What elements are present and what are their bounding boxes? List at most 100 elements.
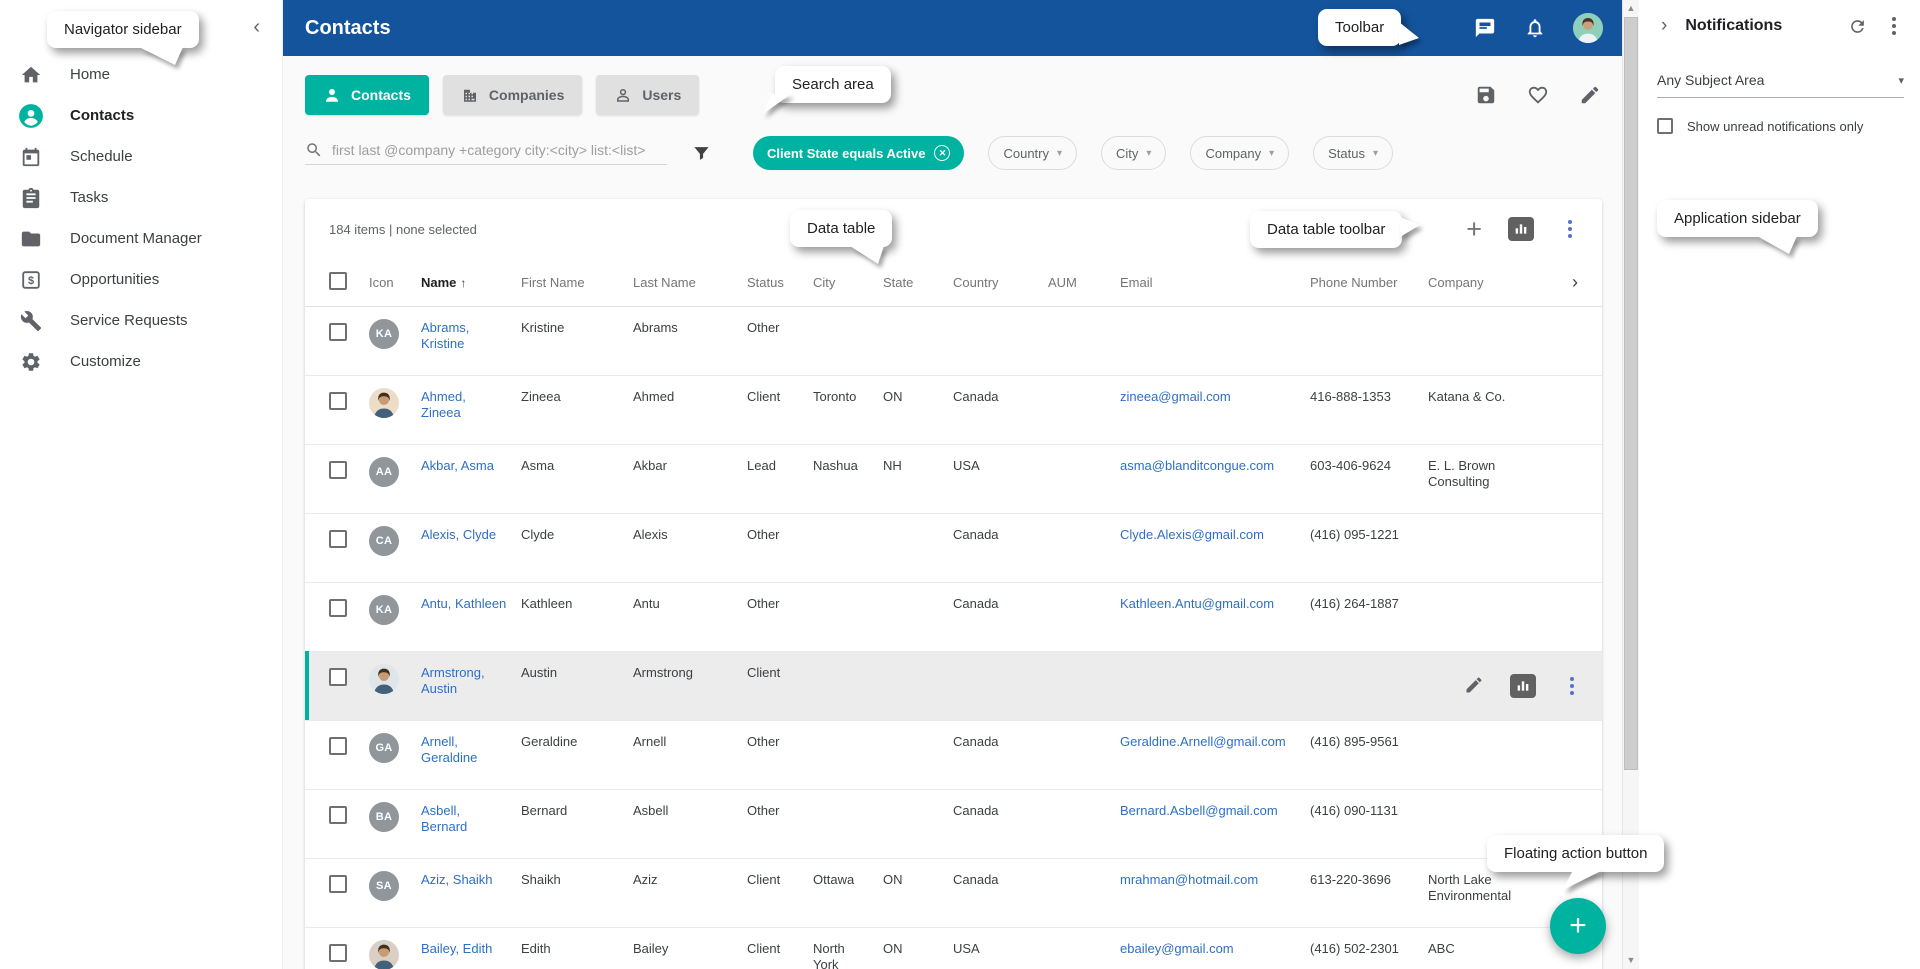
contact-email-link[interactable]: Bernard.Asbell@gmail.com [1120,803,1278,818]
row-checkbox[interactable] [329,806,347,824]
table-row[interactable]: GA Arnell, Geraldine Geraldine Arnell Ot… [305,721,1602,790]
scroll-up-icon[interactable]: ▲ [1623,0,1639,17]
subject-area-select[interactable]: Any Subject Area ▾ [1657,72,1904,98]
filter-funnel-icon[interactable] [689,141,713,165]
city-filter-chip[interactable]: City▾ [1101,136,1166,170]
table-row[interactable]: BA Asbell, Bernard Bernard Asbell Other … [305,790,1602,859]
company-filter-chip[interactable]: Company▾ [1190,136,1289,170]
table-row[interactable]: Ahmed, Zineea Zineea Ahmed Client Toront… [305,376,1602,445]
row-checkbox[interactable] [329,668,347,686]
chat-icon[interactable] [1473,16,1497,40]
row-checkbox[interactable] [329,392,347,410]
tab-companies[interactable]: Companies [443,75,582,115]
contact-name-link[interactable]: Armstrong, Austin [421,665,485,696]
row-column-setup-icon[interactable] [1510,674,1536,698]
column-header-aum[interactable]: AUM [1048,275,1120,290]
contact-name-link[interactable]: Antu, Kathleen [421,596,506,611]
column-header-name[interactable]: Name↑ [421,275,521,290]
row-checkbox[interactable] [329,737,347,755]
cell-country [953,652,1048,720]
contact-email-link[interactable]: Clyde.Alexis@gmail.com [1120,527,1264,542]
contact-name-link[interactable]: Abrams, Kristine [421,320,469,351]
table-row[interactable]: Bailey, Edith Edith Bailey Client North … [305,928,1602,969]
search-input[interactable] [332,142,667,158]
column-header-first-name[interactable]: First Name [521,275,633,290]
table-row[interactable]: AA Akbar, Asma Asma Akbar Lead Nashua NH… [305,445,1602,514]
row-checkbox[interactable] [329,323,347,341]
contact-name-link[interactable]: Akbar, Asma [421,458,494,473]
contact-name-link[interactable]: Alexis, Clyde [421,527,496,542]
notifications-more-menu-icon[interactable] [1884,14,1904,38]
contact-name-link[interactable]: Ahmed, Zineea [421,389,466,420]
table-more-menu-icon[interactable] [1560,217,1580,241]
nav-item-service-requests[interactable]: Service Requests [0,300,282,341]
row-checkbox[interactable] [329,944,347,962]
table-row[interactable]: KA Abrams, Kristine Kristine Abrams Othe… [305,307,1602,376]
row-edit-pencil-icon[interactable] [1464,675,1484,698]
row-more-menu-icon[interactable] [1562,674,1582,698]
edit-pencil-icon[interactable] [1578,83,1602,107]
contact-name-link[interactable]: Bailey, Edith [421,941,492,956]
column-header-status[interactable]: Status [747,275,813,290]
column-header-city[interactable]: City [813,275,883,290]
panel-collapse-chevron-icon[interactable]: › [1661,15,1667,37]
contact-email-link[interactable]: mrahman@hotmail.com [1120,872,1258,887]
row-checkbox[interactable] [329,875,347,893]
column-header-icon[interactable]: Icon [369,275,421,290]
row-checkbox[interactable] [329,461,347,479]
column-header-state[interactable]: State [883,275,953,290]
row-checkbox[interactable] [329,599,347,617]
scrollbar-thumb[interactable] [1624,17,1638,770]
table-row[interactable]: CA Alexis, Clyde Clyde Alexis Other Cana… [305,514,1602,583]
column-setup-icon[interactable] [1508,217,1534,241]
column-header-country[interactable]: Country [953,275,1048,290]
dollar-square-icon: $ [18,267,44,293]
nav-item-document-manager[interactable]: Document Manager [0,218,282,259]
column-header-last-name[interactable]: Last Name [633,275,747,290]
nav-item-contacts[interactable]: Contacts [0,95,282,136]
select-all-checkbox[interactable] [329,272,369,293]
search-field[interactable] [305,141,667,165]
sidebar-collapse-icon[interactable]: ‹ [253,16,260,39]
contact-email-link[interactable]: Kathleen.Antu@gmail.com [1120,596,1274,611]
floating-action-add-button[interactable]: + [1550,898,1606,954]
country-filter-chip[interactable]: Country▾ [988,136,1077,170]
contacts-icon [18,103,44,129]
contact-email-link[interactable]: ebailey@gmail.com [1120,941,1234,956]
unread-only-checkbox[interactable] [1657,118,1673,134]
contact-email-link[interactable]: zineea@gmail.com [1120,389,1231,404]
tab-contacts[interactable]: Contacts [305,75,429,115]
nav-item-tasks[interactable]: Tasks [0,177,282,218]
add-contact-icon[interactable]: + [1466,216,1482,243]
contact-email-link[interactable]: Geraldine.Arnell@gmail.com [1120,734,1286,749]
contact-name-link[interactable]: Aziz, Shaikh [421,872,493,887]
table-row[interactable]: KA Antu, Kathleen Kathleen Antu Other Ca… [305,583,1602,652]
cell-last-name: Akbar [633,445,747,513]
more-columns-chevron-icon[interactable]: › [1572,272,1582,293]
contact-name-link[interactable]: Asbell, Bernard [421,803,467,834]
column-header-email[interactable]: Email [1120,275,1310,290]
vertical-scrollbar[interactable]: ▲ ▼ [1622,0,1639,969]
nav-item-customize[interactable]: Customize [0,341,282,382]
cell-phone [1310,307,1428,375]
refresh-icon[interactable] [1846,15,1868,37]
user-avatar[interactable] [1573,13,1603,43]
active-filter-chip[interactable]: Client State equals Active ✕ [753,136,964,170]
table-row[interactable]: Armstrong, Austin Austin Armstrong Clien… [305,652,1602,721]
save-icon[interactable] [1474,83,1498,107]
scroll-down-icon[interactable]: ▼ [1623,952,1639,969]
status-filter-chip[interactable]: Status▾ [1313,136,1393,170]
contact-email-link[interactable]: asma@blanditcongue.com [1120,458,1274,473]
table-row[interactable]: SA Aziz, Shaikh Shaikh Aziz Client Ottaw… [305,859,1602,928]
notifications-bell-icon[interactable] [1523,16,1547,40]
nav-item-opportunities[interactable]: $ Opportunities [0,259,282,300]
column-header-company[interactable]: Company [1428,275,1548,290]
column-header-phone-number[interactable]: Phone Number [1310,275,1428,290]
favorite-heart-icon[interactable] [1526,83,1550,107]
nav-item-schedule[interactable]: Schedule [0,136,282,177]
row-checkbox[interactable] [329,530,347,548]
tab-users[interactable]: Users [596,75,699,115]
contact-name-link[interactable]: Arnell, Geraldine [421,734,477,765]
cell-phone: 416-888-1353 [1310,376,1428,444]
chip-close-icon[interactable]: ✕ [934,145,950,161]
